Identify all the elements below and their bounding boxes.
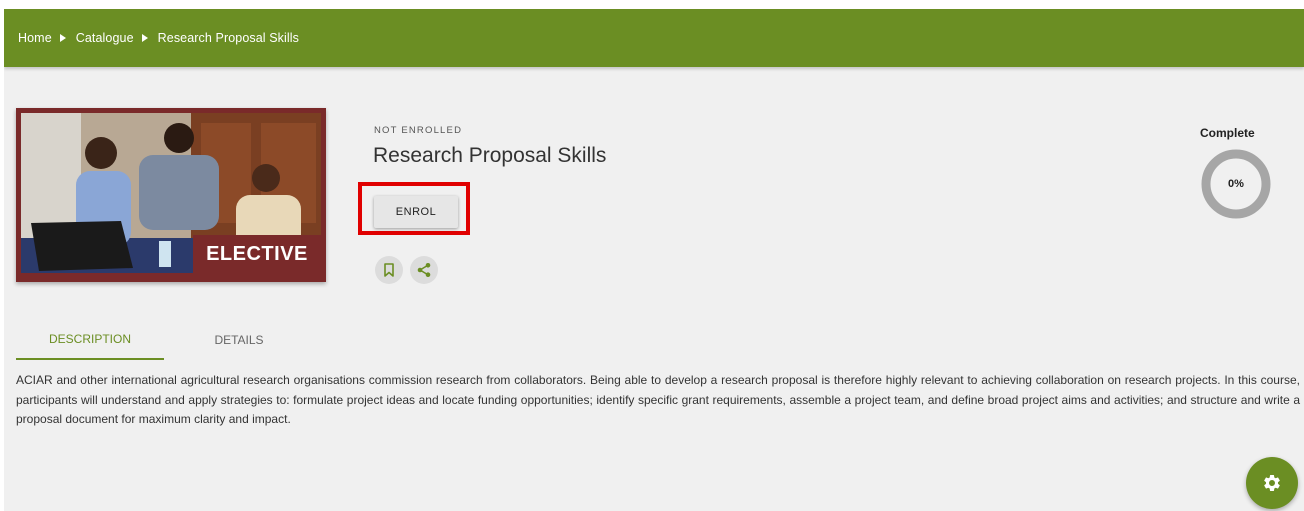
tab-description[interactable]: DESCRIPTION [16, 319, 164, 360]
enrolment-status: NOT ENROLLED [374, 125, 463, 136]
bookmark-button[interactable] [375, 256, 403, 284]
settings-fab[interactable] [1246, 457, 1298, 509]
gear-icon [1264, 474, 1280, 491]
breadcrumb: Home Catalogue Research Proposal Skills [18, 31, 299, 45]
course-thumbnail: ELECTIVE [16, 108, 326, 282]
share-button[interactable] [410, 256, 438, 284]
top-bar: Home Catalogue Research Proposal Skills [4, 9, 1304, 67]
tab-details[interactable]: DETAILS [164, 319, 314, 360]
course-image: ELECTIVE [21, 113, 321, 273]
page: Home Catalogue Research Proposal Skills [4, 9, 1304, 511]
share-icon [417, 263, 431, 277]
bookmark-icon [384, 263, 394, 277]
breadcrumb-separator-icon [59, 34, 66, 42]
course-tabs: DESCRIPTION DETAILS [16, 319, 314, 360]
breadcrumb-home[interactable]: Home [18, 31, 52, 45]
progress-value: 0% [1228, 178, 1244, 190]
breadcrumb-separator-icon [141, 34, 148, 42]
progress-label: Complete [1200, 126, 1255, 140]
course-title: Research Proposal Skills [373, 144, 607, 167]
course-description: ACIAR and other international agricultur… [16, 373, 1300, 426]
enrol-button[interactable]: ENROL [374, 196, 458, 228]
elective-tag: ELECTIVE [193, 235, 321, 273]
breadcrumb-current[interactable]: Research Proposal Skills [158, 31, 299, 45]
breadcrumb-catalogue[interactable]: Catalogue [76, 31, 134, 45]
